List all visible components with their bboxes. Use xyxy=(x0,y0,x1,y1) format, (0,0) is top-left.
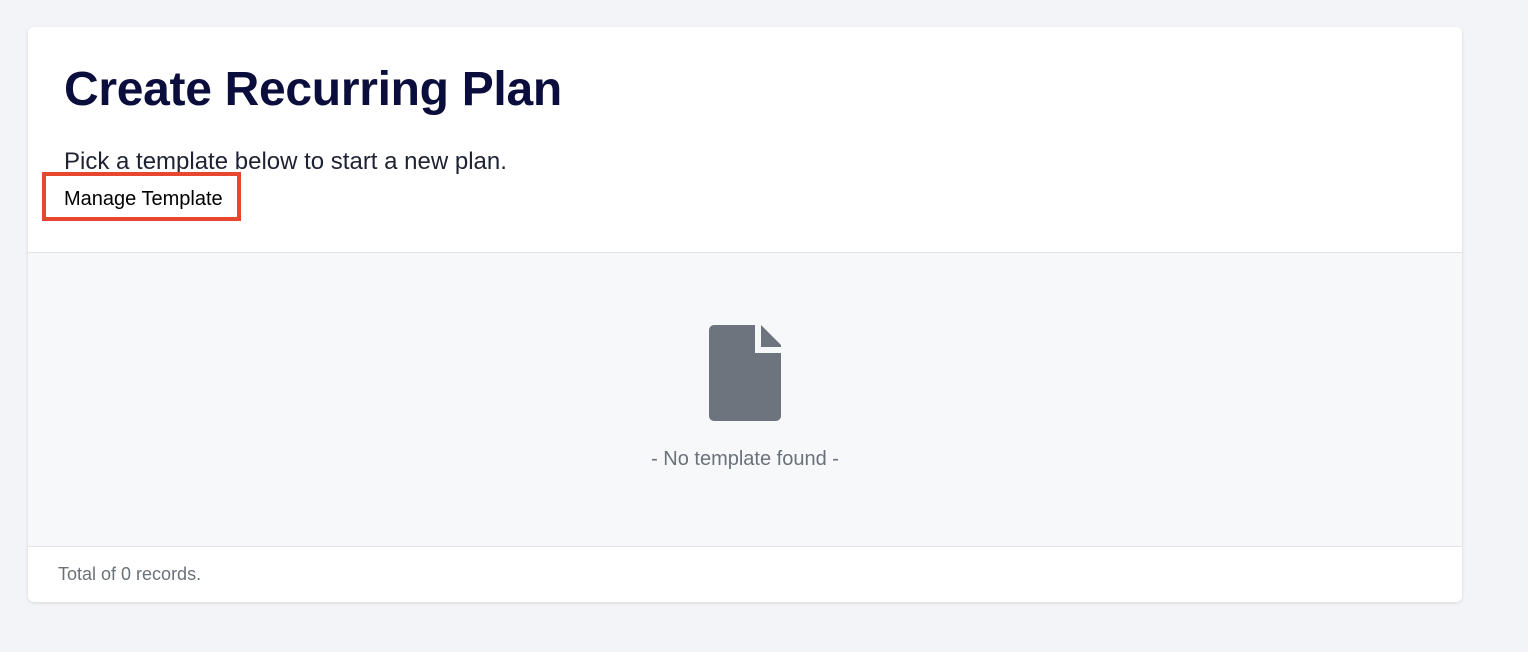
empty-state-message: - No template found - xyxy=(651,448,839,470)
document-icon xyxy=(709,325,781,421)
card-footer: Total of 0 records. xyxy=(28,547,1462,602)
page-title: Create Recurring Plan xyxy=(64,63,562,116)
recurring-plan-card: Create Recurring Plan Pick a template be… xyxy=(28,27,1462,602)
card-header: Create Recurring Plan Pick a template be… xyxy=(28,27,1462,253)
record-count: Total of 0 records. xyxy=(58,564,202,584)
template-list-empty-state: - No template found - xyxy=(28,253,1462,547)
manage-template-link[interactable]: Manage Template xyxy=(42,172,241,221)
manage-template-label: Manage Template xyxy=(64,188,223,210)
